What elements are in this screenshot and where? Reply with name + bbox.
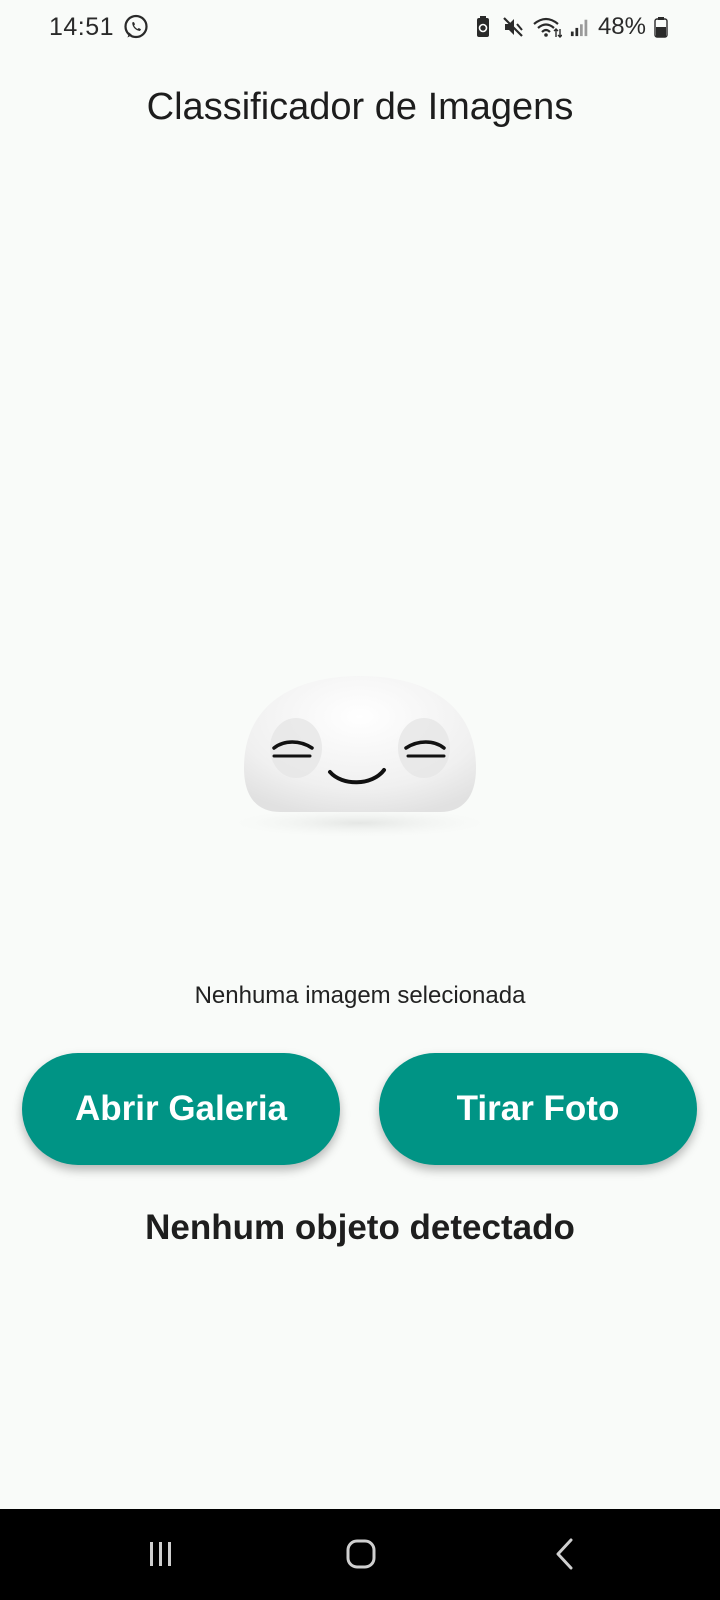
take-photo-button[interactable]: Tirar Foto [379, 1053, 697, 1165]
battery-saver-icon [476, 16, 489, 37]
signal-icon [570, 19, 588, 37]
back-icon [556, 1538, 573, 1570]
app-screen: 14:51 48% Classificador de Imagens Nenhu… [0, 0, 720, 1600]
home-icon [346, 1539, 376, 1569]
no-image-status: Nenhuma imagem selecionada [194, 982, 526, 1009]
home-button[interactable] [336, 1531, 386, 1577]
open-gallery-button[interactable]: Abrir Galeria [22, 1053, 340, 1165]
whatsapp-icon [124, 14, 148, 39]
status-icons: 48% [472, 12, 668, 42]
page-title: Classificador de Imagens [146, 86, 574, 128]
wifi-icon [533, 17, 562, 38]
smiling-blob-icon [234, 676, 486, 837]
mute-icon [503, 17, 523, 37]
back-button[interactable] [540, 1531, 590, 1577]
detection-result: Nenhum objeto detectado [145, 1208, 575, 1247]
battery-icon [654, 17, 668, 38]
recents-button[interactable] [136, 1531, 186, 1577]
system-nav-bar [0, 1509, 720, 1600]
recents-icon [150, 1542, 171, 1566]
status-bar: 14:51 48% [0, 0, 720, 56]
battery-percentage: 48% [597, 13, 646, 40]
status-time: 14:51 [49, 13, 115, 41]
